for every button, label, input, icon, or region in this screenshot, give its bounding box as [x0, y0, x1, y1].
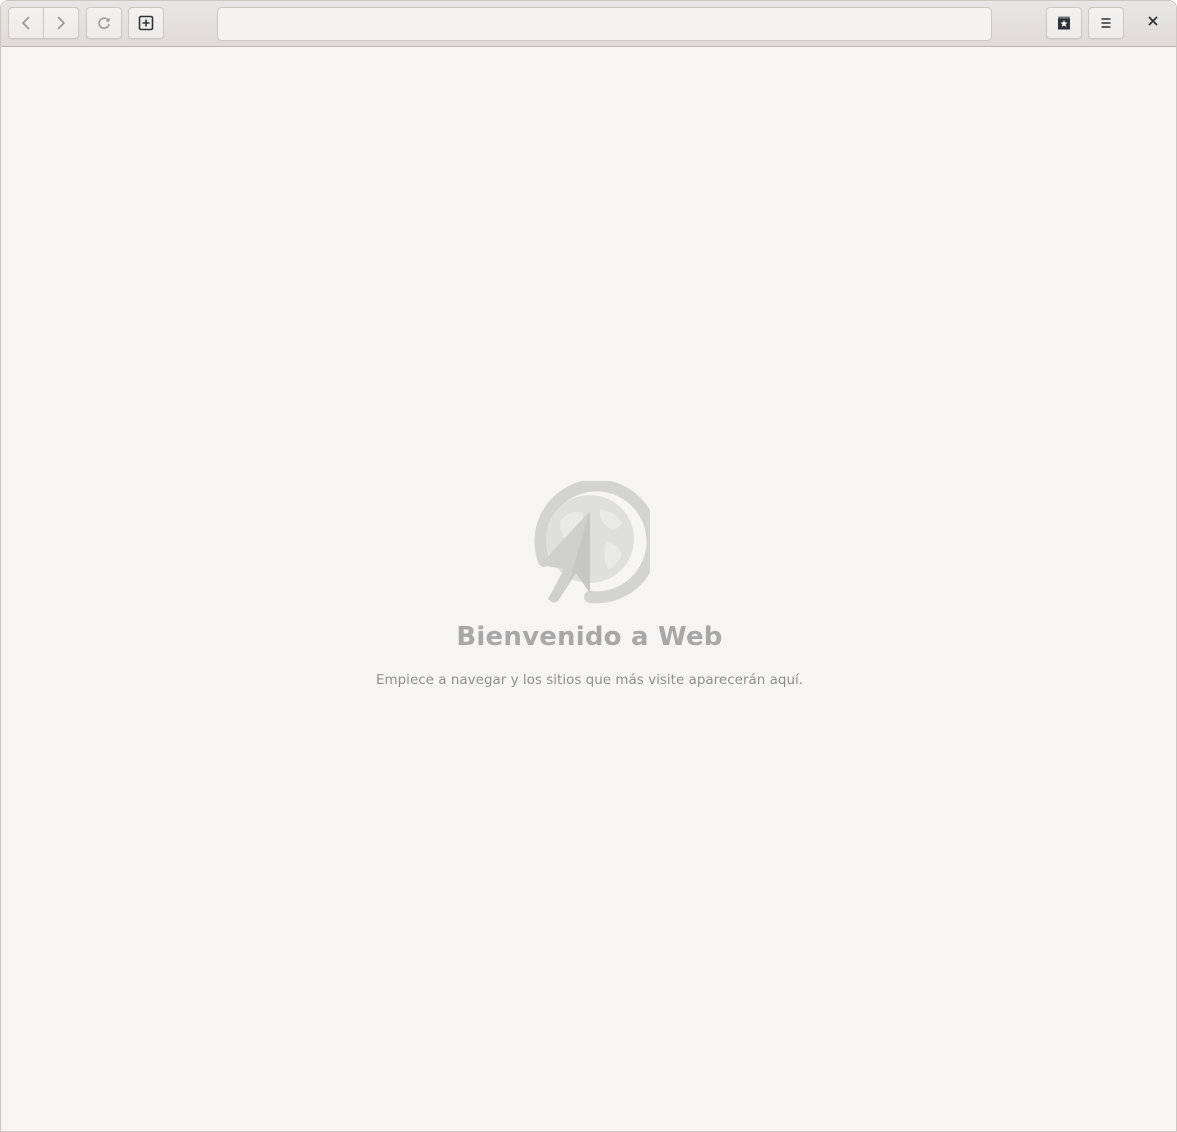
- close-icon: [1145, 13, 1161, 33]
- new-tab-button[interactable]: [128, 7, 164, 39]
- epiphany-web-logo-icon: [530, 479, 659, 605]
- bookmark-star-icon: [1056, 15, 1072, 31]
- welcome-title: Bienvenido a Web: [456, 622, 723, 652]
- reload-button[interactable]: [86, 7, 122, 39]
- browser-window: Bienvenido a Web Empiece a navegar y los…: [0, 0, 1177, 1132]
- main-menu-button[interactable]: [1088, 7, 1124, 39]
- overview-page: Bienvenido a Web Empiece a navegar y los…: [1, 47, 1176, 1131]
- forward-button[interactable]: [43, 7, 79, 39]
- back-button[interactable]: [8, 7, 44, 39]
- chevron-right-icon: [53, 15, 69, 31]
- reload-icon: [96, 15, 112, 31]
- new-tab-icon: [138, 15, 154, 31]
- hamburger-menu-icon: [1098, 15, 1114, 31]
- close-window-button[interactable]: [1136, 7, 1170, 39]
- header-bar: [1, 1, 1176, 47]
- chevron-left-icon: [18, 15, 34, 31]
- address-bar-input[interactable]: [217, 7, 992, 41]
- welcome-subtitle: Empiece a navegar y los sitios que más v…: [375, 672, 804, 688]
- bookmarks-button[interactable]: [1046, 7, 1082, 39]
